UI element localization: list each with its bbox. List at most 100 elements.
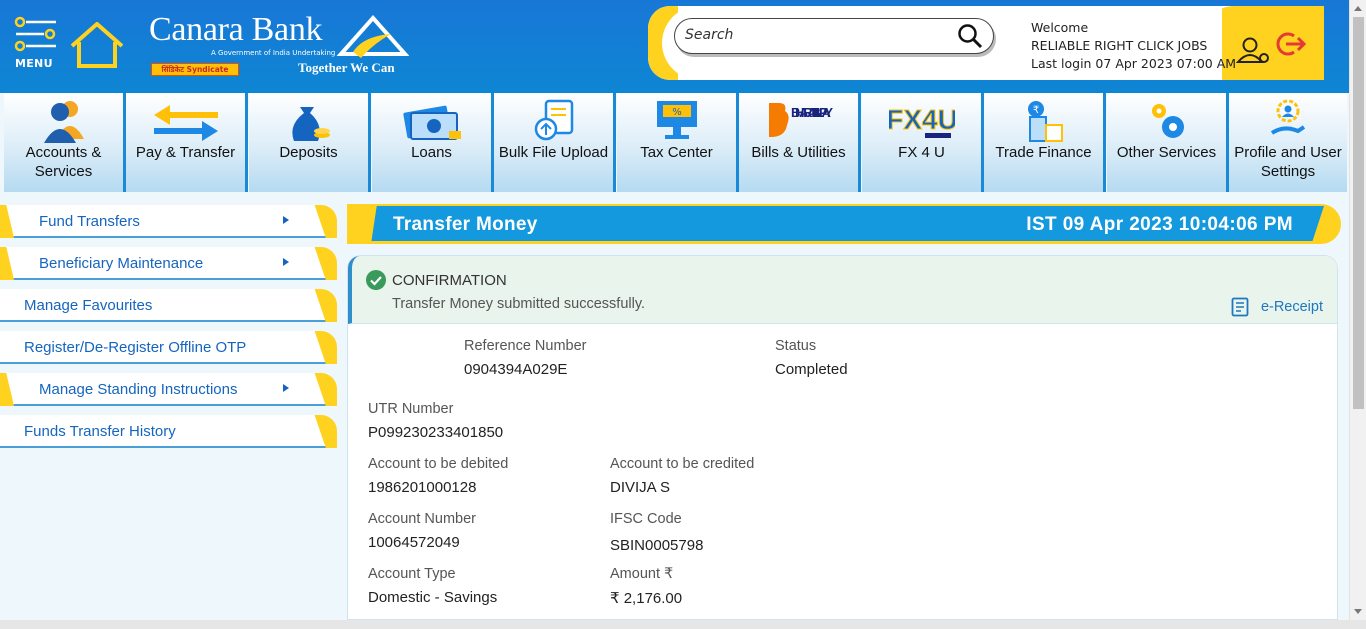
- credit-account-value: DIVIJA S: [610, 479, 671, 496]
- user-panel: Welcome RELIABLE RIGHT CLICK JOBS Last l…: [648, 6, 1324, 80]
- debit-account-label: Account to be debited: [368, 456, 509, 472]
- file-upload-icon: [534, 99, 573, 141]
- check-circle-icon: [366, 270, 386, 290]
- users-icon: [43, 101, 84, 143]
- confirmation-title: CONFIRMATION: [392, 272, 507, 289]
- confirmation-message: Transfer Money submitted successfully.: [392, 296, 646, 312]
- nav-label: Bulk File Upload: [498, 144, 609, 161]
- menu-button[interactable]: MENU: [12, 16, 60, 72]
- caret-right-icon: [283, 216, 289, 224]
- nav-label: Trade Finance: [995, 144, 1092, 161]
- search-box: [674, 18, 994, 54]
- nav-deposits[interactable]: Deposits: [249, 93, 371, 192]
- nav-label: Accounts & Services: [25, 144, 102, 180]
- nav-label: Pay & Transfer: [135, 144, 236, 161]
- trade-finance-icon: ₹: [1027, 101, 1063, 142]
- reference-number-value: 0904394A029E: [464, 361, 568, 378]
- nav-bills-utilities[interactable]: BHARAT BILLPAY Bills & Utilities: [739, 93, 861, 192]
- horizontal-scrollbar: [0, 620, 1366, 629]
- bank-name: Canara Bank: [149, 11, 323, 48]
- profile-settings-icon: [1270, 99, 1306, 135]
- account-type-value: Domestic - Savings: [368, 589, 498, 606]
- tax-symbol: %: [672, 107, 682, 118]
- account-number-value: 10064572049: [368, 534, 460, 551]
- fx4u-icon: FX4U: [889, 104, 955, 138]
- credit-account-label: Account to be credited: [610, 456, 755, 472]
- utr-number-value: P099230233401850: [368, 424, 504, 441]
- vertical-scrollbar[interactable]: [1349, 0, 1366, 620]
- status-label: Status: [775, 338, 817, 354]
- ifsc-code-value: SBIN0005798: [610, 537, 704, 554]
- last-login: Last login 07 Apr 2023 07:00 AM: [1031, 56, 1237, 71]
- title-bar: Transfer Money IST 09 Apr 2023 10:04:06 …: [347, 204, 1341, 244]
- sidebar-item-label: Manage Standing Instructions: [39, 381, 238, 398]
- sidebar-item-label: Fund Transfers: [39, 213, 140, 230]
- header: MENU Canara Bank A Government of India U…: [0, 0, 1349, 93]
- nav-fx4u[interactable]: FX4U FX 4 U: [862, 93, 984, 192]
- caret-right-icon: [283, 258, 289, 266]
- scroll-up-icon[interactable]: [1354, 6, 1362, 11]
- sidebar-item-manage-favourites[interactable]: Manage Favourites: [0, 289, 337, 322]
- nav-loans[interactable]: Loans: [372, 93, 494, 192]
- user-name: RELIABLE RIGHT CLICK JOBS: [1031, 38, 1208, 53]
- sidebar-item-fund-transfers[interactable]: Fund Transfers: [0, 205, 337, 238]
- nav-trade-finance[interactable]: ₹ Trade Finance: [984, 93, 1106, 192]
- sidebar-item-beneficiary-maintenance[interactable]: Beneficiary Maintenance: [0, 247, 337, 280]
- billpay-text: BHARAT BILLPAY: [791, 105, 833, 120]
- account-type-label: Account Type: [368, 566, 456, 582]
- menu-icon: [14, 16, 56, 52]
- svg-text:₹: ₹: [1032, 105, 1038, 116]
- main-content: Transfer Money IST 09 Apr 2023 10:04:06 …: [344, 194, 1349, 620]
- main-nav: Accounts & Services Pay & Transfer Depos…: [0, 93, 1349, 194]
- debit-account-value: 1986201000128: [368, 479, 477, 496]
- welcome-block: Welcome RELIABLE RIGHT CLICK JOBS Last l…: [1031, 19, 1236, 73]
- page-title: Transfer Money: [393, 214, 538, 235]
- account-number-label: Account Number: [368, 511, 476, 527]
- sidebar-item-offline-otp[interactable]: Register/De-Register Offline OTP: [0, 331, 337, 364]
- nav-label: Loans: [411, 144, 452, 161]
- syndicate-badge: सिंडिकेट Syndicate: [151, 63, 239, 76]
- sidebar-item-label: Register/De-Register Offline OTP: [24, 339, 247, 356]
- nav-profile-settings[interactable]: Profile and User Settings: [1229, 93, 1347, 192]
- nav-label: Bills & Utilities: [751, 144, 846, 161]
- ist-datetime: IST 09 Apr 2023 10:04:06 PM: [1026, 214, 1293, 235]
- receipt-icon: [1231, 297, 1249, 317]
- gears-icon: [1151, 104, 1184, 138]
- sidebar-item-label: Beneficiary Maintenance: [39, 255, 204, 272]
- amount-label: Amount ₹: [610, 566, 674, 582]
- e-receipt-link[interactable]: e-Receipt: [1231, 297, 1323, 317]
- amount-value: ₹ 2,176.00: [610, 590, 683, 607]
- tax-monitor-icon: %: [656, 101, 697, 139]
- nav-tax-center[interactable]: % Tax Center: [617, 93, 739, 192]
- scrollbar-thumb[interactable]: [1353, 17, 1364, 409]
- nav-other-services[interactable]: Other Services: [1107, 93, 1229, 192]
- status-value: Completed: [775, 361, 848, 378]
- caret-right-icon: [283, 384, 289, 392]
- ifsc-code-label: IFSC Code: [610, 511, 682, 527]
- e-receipt-label: e-Receipt: [1260, 299, 1323, 315]
- reference-number-label: Reference Number: [464, 338, 587, 354]
- nav-accounts-services[interactable]: Accounts & Services: [4, 93, 126, 192]
- search-icon[interactable]: [957, 23, 983, 49]
- transfer-arrows-icon: [153, 105, 218, 141]
- profile-icon[interactable]: [1236, 36, 1270, 64]
- search-input[interactable]: [685, 27, 945, 43]
- sidebar-item-label: Manage Favourites: [24, 297, 153, 314]
- sidebar-item-funds-transfer-history[interactable]: Funds Transfer History: [0, 415, 337, 448]
- menu-label: MENU: [15, 57, 53, 70]
- sidebar-item-standing-instructions[interactable]: Manage Standing Instructions: [0, 373, 337, 406]
- scroll-down-icon[interactable]: [1354, 609, 1362, 614]
- money-bag-icon: [291, 107, 330, 141]
- logout-icon[interactable]: [1274, 30, 1306, 58]
- sidebar-item-label: Funds Transfer History: [24, 423, 176, 440]
- nav-pay-transfer[interactable]: Pay & Transfer: [126, 93, 248, 192]
- nav-bulk-file-upload[interactable]: Bulk File Upload: [494, 93, 616, 192]
- utr-number-label: UTR Number: [368, 401, 454, 417]
- bank-subtitle: A Government of India Undertaking: [211, 49, 336, 57]
- sidebar: Fund Transfers Beneficiary Maintenance M…: [0, 194, 344, 620]
- confirmation-box: CONFIRMATION Transfer Money submitted su…: [348, 256, 1337, 324]
- home-icon[interactable]: [68, 20, 126, 70]
- canara-logo-icon: [336, 14, 409, 58]
- nav-label: FX 4 U: [898, 144, 945, 161]
- fx4u-text: FX4U: [889, 104, 955, 135]
